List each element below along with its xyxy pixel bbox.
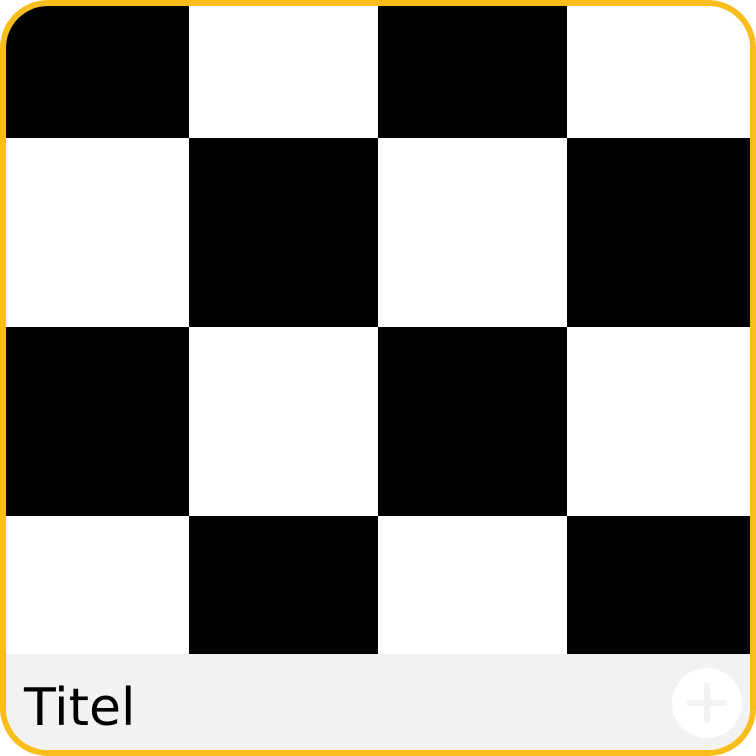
checker-cell — [567, 138, 750, 327]
checker-cell — [567, 6, 750, 138]
add-button[interactable] — [672, 668, 742, 738]
checker-cell — [189, 6, 378, 138]
checker-cell — [567, 516, 750, 654]
checker-cell — [378, 138, 567, 327]
checker-cell — [378, 516, 567, 654]
card-title: Titel — [24, 678, 136, 738]
plus-icon — [687, 683, 727, 723]
checker-cell — [378, 327, 567, 516]
checker-cell — [378, 6, 567, 138]
checker-cell — [6, 516, 189, 654]
checker-cell — [189, 138, 378, 327]
content-card[interactable]: Titel — [0, 0, 756, 756]
checker-cell — [6, 138, 189, 327]
checker-cell — [189, 516, 378, 654]
checker-cell — [6, 327, 189, 516]
checker-cell — [189, 327, 378, 516]
checker-cell — [6, 6, 189, 138]
card-footer: Titel — [6, 654, 750, 750]
card-image-checkerboard — [6, 6, 750, 654]
checker-cell — [567, 327, 750, 516]
